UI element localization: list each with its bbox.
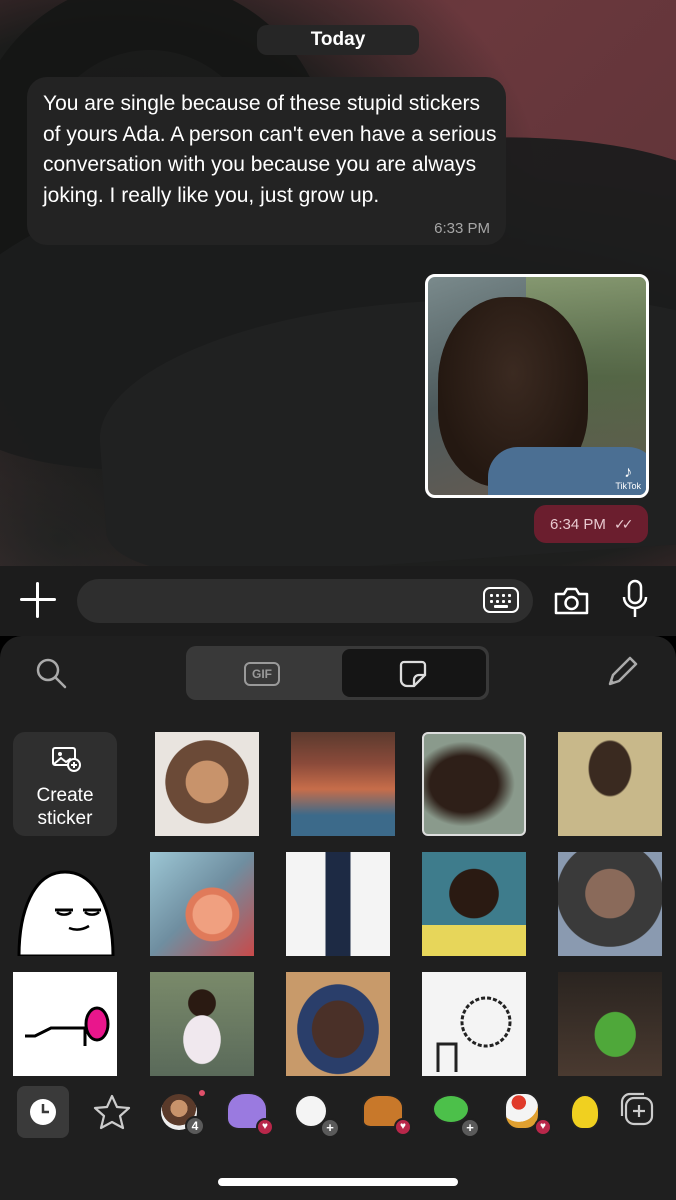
tiktok-icon: ♪: [624, 464, 633, 481]
laughing-girl-sticker[interactable]: [155, 732, 259, 836]
add-pack-icon: [620, 1092, 654, 1126]
sticker-panel: GIF Create sticker 4 ♥ + ♥ + ♥: [0, 636, 676, 1200]
create-sticker-button[interactable]: Create sticker: [13, 732, 117, 836]
unimpressed-woman-sticker[interactable]: [286, 972, 390, 1076]
old-face-boy-sticker[interactable]: [558, 852, 662, 956]
rooster-pack-tab[interactable]: ♥: [498, 1086, 552, 1138]
sticker-pack-bar: 4 ♥ + ♥ + ♥: [0, 1080, 676, 1144]
tab-gif[interactable]: GIF: [186, 646, 339, 700]
hand-drawn-doodle-sticker[interactable]: [422, 972, 526, 1076]
gif-tab-label: GIF: [244, 662, 280, 686]
create-sticker-label: Create sticker: [36, 785, 94, 829]
edit-pencil-icon[interactable]: [604, 654, 640, 690]
wrapped-chihuahua-sticker[interactable]: [291, 732, 395, 836]
recent-stickers-tab[interactable]: [17, 1086, 69, 1138]
outgoing-time: 6:34 PM: [550, 516, 606, 533]
tiktok-watermark: ♪ TikTok: [615, 464, 641, 492]
incoming-message-bubble[interactable]: You are single because of these stupid s…: [27, 77, 506, 245]
date-separator: Today: [257, 25, 419, 55]
pack-count-badge: 4: [185, 1116, 205, 1136]
purple-creature-pack-tab[interactable]: ♥: [222, 1086, 274, 1138]
boy-overalls-sticker[interactable]: [558, 732, 662, 836]
recent-icon: [30, 1099, 56, 1125]
yellow-bird-pack-tab[interactable]: [566, 1086, 606, 1138]
tiktok-label: TikTok: [615, 481, 641, 491]
add-badge-icon: +: [460, 1118, 480, 1138]
add-pack-tab[interactable]: [614, 1086, 666, 1138]
message-text: You are single because of these stupid s…: [43, 92, 497, 207]
pushup-doodle-sticker[interactable]: [13, 972, 117, 1076]
man-in-suit-sticker[interactable]: [286, 852, 390, 956]
thinking-boy-sticker[interactable]: [422, 852, 526, 956]
crying-man-sticker[interactable]: [422, 732, 526, 836]
favorites-star-icon: [93, 1094, 131, 1130]
add-badge-icon: +: [320, 1118, 340, 1138]
beaver-pack-tab[interactable]: ♥: [358, 1086, 412, 1138]
heart-badge-icon: ♥: [256, 1118, 274, 1136]
green-frog-pack-tab[interactable]: +: [428, 1086, 480, 1138]
white-bird-pack-tab[interactable]: +: [290, 1086, 342, 1138]
sticker-icon: [399, 660, 427, 688]
home-indicator[interactable]: [218, 1178, 458, 1186]
heart-badge-icon: ♥: [394, 1118, 412, 1136]
message-time: 6:33 PM: [434, 220, 490, 237]
message-input[interactable]: [77, 579, 533, 623]
outgoing-media-message[interactable]: ♪ TikTok: [425, 274, 649, 498]
composer-bar: [0, 566, 676, 636]
smirking-blob-sticker[interactable]: [13, 852, 117, 956]
outgoing-time-pill: 6:34 PM ✓✓: [534, 505, 648, 543]
yellow-bird-pack-icon: [570, 1094, 600, 1130]
woman-pack-tab[interactable]: 4: [155, 1086, 207, 1138]
microphone-icon[interactable]: [620, 579, 650, 621]
add-image-icon: [52, 747, 81, 772]
sticker-grid: Create sticker: [0, 730, 676, 1080]
camera-icon[interactable]: [553, 586, 590, 616]
cartoon-baby-sticker[interactable]: [150, 852, 254, 956]
heart-badge-icon: ♥: [534, 1118, 552, 1136]
search-icon[interactable]: [34, 656, 68, 690]
keyboard-icon[interactable]: [483, 587, 519, 613]
new-dot: [199, 1090, 205, 1096]
attach-plus-icon[interactable]: [20, 582, 56, 618]
dancing-woman-sticker[interactable]: [558, 972, 662, 1076]
crying-girl-sticker[interactable]: [150, 972, 254, 1076]
read-receipt-icon: ✓✓: [614, 516, 634, 532]
media-type-tabs: GIF: [186, 646, 489, 700]
favorites-tab[interactable]: [86, 1086, 138, 1138]
chat-area: Today You are single because of these st…: [0, 0, 676, 566]
tab-stickers[interactable]: [342, 649, 486, 697]
